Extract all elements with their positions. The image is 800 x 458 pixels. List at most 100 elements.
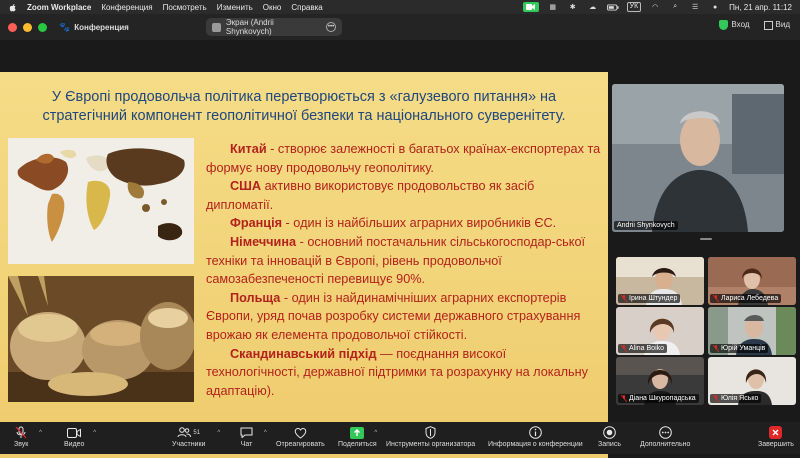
shield-icon	[425, 426, 436, 439]
speaker-name-tag: Andrii Shynkovych	[614, 221, 678, 230]
participant-tile[interactable]: Ірина Штундер	[616, 257, 704, 305]
entry-button[interactable]: Вход	[719, 20, 750, 30]
chat-button[interactable]: ^ Чат	[240, 426, 267, 448]
keyboard-layout-badge[interactable]: УК	[626, 2, 642, 12]
participant-name-tag: Діана Шкуропадська	[618, 394, 699, 403]
participant-name-tag: Alina Boiko	[618, 344, 668, 353]
chevron-up-icon[interactable]: ^	[264, 430, 267, 436]
share-label: Поделиться	[338, 441, 377, 448]
world-map-grains-image	[8, 138, 194, 264]
slide-title: У Європі продовольча політика перетворює…	[42, 89, 566, 124]
menu-window[interactable]: Окно	[263, 3, 282, 12]
participant-tile[interactable]: Юлія Ясько	[708, 357, 796, 405]
grid-view-icon	[763, 20, 773, 30]
slide-paragraph: Китай - створює залежності в багатьох кр…	[206, 142, 601, 175]
slide-body: Китай - створює залежності в багатьох кр…	[206, 140, 601, 400]
screen-mirror-icon[interactable]: ▦	[547, 3, 559, 12]
wifi-icon[interactable]: ◠	[649, 3, 661, 12]
host-tools-button[interactable]: Инструменты организатора	[386, 426, 475, 448]
mic-muted-icon	[15, 426, 27, 439]
end-meeting-button[interactable]: Завершить	[758, 426, 794, 448]
mic-muted-icon	[713, 295, 719, 302]
minimize-window-button[interactable]	[23, 22, 32, 32]
macos-menubar: Zoom Workplace Конференция Посмотреть Из…	[0, 0, 800, 14]
control-center-icon[interactable]: ☰	[689, 3, 701, 12]
menu-edit[interactable]: Изменить	[217, 3, 253, 12]
mic-muted-icon	[713, 395, 719, 402]
participant-tile[interactable]: Діана Шкуропадська	[616, 357, 704, 405]
close-window-button[interactable]	[8, 22, 17, 32]
screen-share-pill[interactable]: Экран (Andrii Shynkovych) •••	[206, 18, 342, 36]
participant-name-tag: Ірина Штундер	[618, 294, 681, 303]
heart-icon	[294, 427, 307, 439]
share-button[interactable]: ^ Поделиться	[338, 426, 377, 448]
chevron-up-icon[interactable]: ^	[93, 430, 96, 436]
participant-name-tag: Лариса Лебедева	[710, 294, 782, 303]
panel-resize-handle[interactable]	[700, 238, 712, 240]
video-camera-icon	[67, 427, 82, 438]
speaker-video-tile[interactable]: Andrii Shynkovych	[612, 84, 784, 232]
share-screen-icon	[350, 426, 365, 439]
menubar-app-name[interactable]: Zoom Workplace	[27, 3, 91, 12]
chat-bubble-icon	[240, 427, 253, 438]
menu-view[interactable]: Посмотреть	[163, 3, 207, 12]
participants-count: 51	[193, 429, 201, 436]
meeting-info-button[interactable]: Информация о конференции	[488, 426, 583, 448]
slide-paragraph: США активно використовує продовольство я…	[206, 179, 535, 212]
grain-sacks-image	[8, 276, 194, 402]
audio-label: Звук	[14, 441, 29, 448]
menu-conference[interactable]: Конференция	[101, 3, 152, 12]
participants-panel: Andrii Shynkovych Ірина Штундер Лариса Л…	[612, 40, 800, 422]
participants-icon	[177, 427, 192, 438]
record-icon	[603, 426, 616, 439]
search-icon[interactable]: ⌕	[669, 3, 681, 12]
menubar-clock[interactable]: Пн, 21 апр. 11:12	[729, 3, 792, 12]
window-title: Конференция	[74, 22, 129, 32]
end-meeting-label: Завершить	[758, 441, 794, 448]
record-label: Запись	[598, 441, 621, 448]
bluetooth-icon[interactable]: ✱	[567, 3, 579, 12]
participant-tile[interactable]: Лариса Лебедева	[708, 257, 796, 305]
slide-paragraph: Польща - один із найдинамічніших аграрни…	[206, 290, 581, 342]
window-titlebar: 🐾 Конференция Экран (Andrii Shynkovych) …	[0, 14, 800, 40]
screen-share-label: Экран (Andrii Shynkovych)	[225, 18, 274, 36]
more-dots-icon	[658, 426, 672, 439]
sharer-avatar-icon	[212, 22, 221, 32]
more-options-icon[interactable]: •••	[326, 22, 336, 32]
user-icon[interactable]: ●	[709, 3, 721, 12]
chevron-up-icon[interactable]: ^	[217, 430, 220, 436]
shield-icon	[719, 20, 729, 30]
more-button[interactable]: Дополнительно	[640, 426, 690, 448]
more-label: Дополнительно	[640, 441, 691, 448]
mic-muted-icon	[713, 345, 719, 352]
menu-help[interactable]: Справка	[291, 3, 322, 12]
participant-tile[interactable]: Юрій Уманців	[708, 307, 796, 355]
participant-grid: Ірина Штундер Лариса Лебедева Alina Boik…	[616, 257, 796, 405]
record-button[interactable]: Запись	[598, 426, 621, 448]
video-button[interactable]: ^ Видео	[64, 426, 96, 448]
slide-paragraph: Німеччина - основний постачальник сільсь…	[206, 234, 586, 287]
chat-label: Чат	[240, 441, 253, 448]
zoom-window-button[interactable]	[38, 22, 47, 32]
participant-tile[interactable]: Alina Boiko	[616, 307, 704, 355]
react-button[interactable]: Отреагировать	[276, 426, 325, 448]
shared-screen-area: У Європі продовольча політика перетворює…	[0, 40, 612, 458]
zoom-video-tray-icon[interactable]	[522, 2, 539, 12]
participant-name-tag: Юлія Ясько	[710, 394, 762, 403]
mic-muted-icon	[621, 395, 627, 402]
meeting-info-label: Информация о конференции	[488, 441, 583, 448]
apple-icon[interactable]	[8, 3, 17, 12]
meeting-toolbar: ^ Звук ^ Видео 51 ^ Участники ^ Чат Отреа…	[0, 422, 800, 454]
cloud-icon[interactable]: ☁	[587, 3, 599, 12]
participants-label: Участники	[172, 441, 206, 448]
audio-button[interactable]: ^ Звук	[14, 426, 42, 448]
chevron-up-icon[interactable]: ^	[374, 430, 377, 436]
chevron-up-icon[interactable]: ^	[39, 430, 42, 436]
end-call-icon	[769, 426, 783, 439]
mic-muted-icon	[621, 345, 627, 352]
view-button[interactable]: Вид	[763, 20, 790, 30]
mic-muted-icon	[621, 295, 627, 302]
participants-button[interactable]: 51 ^ Участники	[172, 426, 220, 448]
battery-icon[interactable]	[606, 3, 619, 12]
paw-icon: 🐾	[59, 21, 71, 32]
